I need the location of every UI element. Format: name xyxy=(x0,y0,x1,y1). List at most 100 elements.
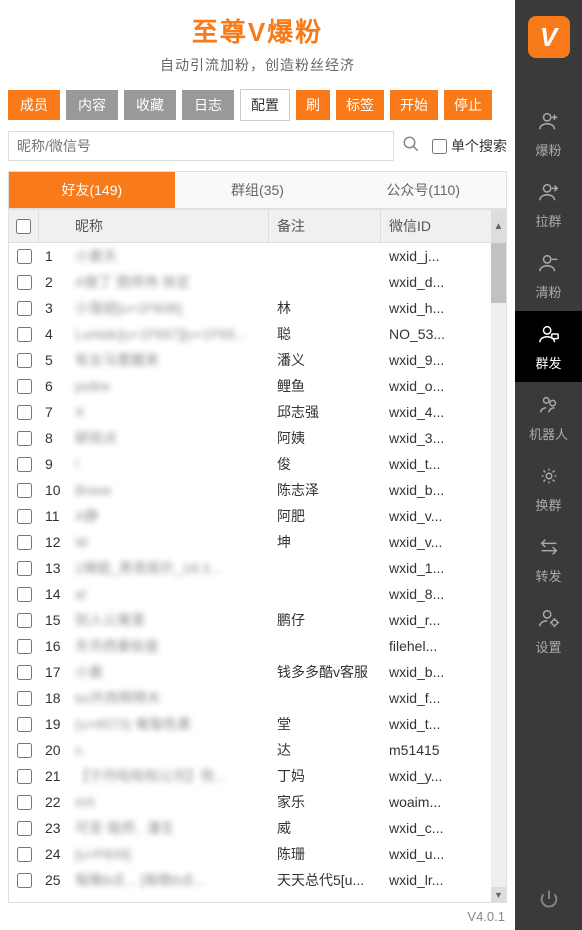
table-row[interactable]: 15别人公寓里鹏仔wxid_r... xyxy=(9,607,491,633)
row-checkbox-cell xyxy=(9,405,39,420)
row-number: 25 xyxy=(39,872,75,888)
tab-content[interactable]: 内容 xyxy=(66,90,118,120)
row-checkbox[interactable] xyxy=(17,561,32,576)
list-tab-friends[interactable]: 好友(149) xyxy=(9,172,175,208)
row-number: 14 xyxy=(39,586,75,602)
table-row[interactable]: 23可圣 哉师.. 潘生威wxid_c... xyxy=(9,815,491,841)
list-tab-officials[interactable]: 公众号(110) xyxy=(340,172,506,208)
row-checkbox[interactable] xyxy=(17,457,32,472)
row-checkbox[interactable] xyxy=(17,535,32,550)
table-row[interactable]: 7X邱志强wxid_4... xyxy=(9,399,491,425)
row-checkbox[interactable] xyxy=(17,665,32,680)
contacts-table: 昵称 备注 微信ID ▲ 1小姜天wxid_j...2A做丁 图师伟 徐定wxi… xyxy=(8,209,507,903)
table-row[interactable]: 19(u+6573) 匍匐色素堂wxid_t... xyxy=(9,711,491,737)
start-button[interactable]: 开始 xyxy=(390,90,438,120)
table-row[interactable]: 3小笼妞[u+1F60B]林wxid_h... xyxy=(9,295,491,321)
col-nickname[interactable]: 昵称 xyxy=(39,210,269,242)
table-row[interactable]: 17小姜钱多多酷v客服wxid_b... xyxy=(9,659,491,685)
row-remark: 家乐 xyxy=(269,792,381,812)
row-checkbox[interactable] xyxy=(17,847,32,862)
table-row[interactable]: 18to!开西啊啊木wxid_f... xyxy=(9,685,491,711)
select-all-checkbox[interactable] xyxy=(16,219,31,234)
row-checkbox[interactable] xyxy=(17,509,32,524)
scrollbar-track[interactable]: ▼ xyxy=(491,243,506,902)
single-search-toggle[interactable]: 单个搜索 xyxy=(432,136,507,156)
table-row[interactable]: 6poltre鲤鱼wxid_o... xyxy=(9,373,491,399)
row-number: 20 xyxy=(39,742,75,758)
table-row[interactable]: 16东市西秦始皇filehel... xyxy=(9,633,491,659)
table-row[interactable]: 5有女马要醒来潘义wxid_9... xyxy=(9,347,491,373)
scroll-down-icon[interactable]: ▼ xyxy=(491,887,506,902)
table-row[interactable]: 131辣姐_黑夜底价_18:3...wxid_1... xyxy=(9,555,491,581)
row-nickname: ! xyxy=(75,456,269,472)
sidebar-item-huanqun[interactable]: 换群 xyxy=(515,453,582,524)
row-wechat-id: wxid_v... xyxy=(381,508,491,524)
row-checkbox[interactable] xyxy=(17,587,32,602)
scroll-up-icon[interactable]: ▲ xyxy=(491,210,506,242)
row-checkbox[interactable] xyxy=(17,483,32,498)
row-checkbox[interactable] xyxy=(17,821,32,836)
row-checkbox[interactable] xyxy=(17,379,32,394)
row-checkbox[interactable] xyxy=(17,431,32,446)
table-row[interactable]: 9!俊wxid_t... xyxy=(9,451,491,477)
search-input[interactable] xyxy=(8,131,394,161)
sidebar-item-baofen[interactable]: 爆粉 xyxy=(515,98,582,169)
table-row[interactable]: 1小姜天wxid_j... xyxy=(9,243,491,269)
row-checkbox[interactable] xyxy=(17,639,32,654)
col-remark[interactable]: 备注 xyxy=(269,210,381,242)
row-nickname: 小姜 xyxy=(75,662,269,682)
row-checkbox-cell xyxy=(9,275,39,290)
row-number: 1 xyxy=(39,248,75,264)
row-checkbox-cell xyxy=(9,561,39,576)
tag-button[interactable]: 标签 xyxy=(336,90,384,120)
row-checkbox[interactable] xyxy=(17,327,32,342)
table-row[interactable]: 12W坤wxid_v... xyxy=(9,529,491,555)
row-checkbox[interactable] xyxy=(17,613,32,628)
table-row[interactable]: 22m!t家乐woaim... xyxy=(9,789,491,815)
single-search-label: 单个搜索 xyxy=(451,136,507,156)
sidebar-item-qingfen[interactable]: 清粉 xyxy=(515,240,582,311)
table-row[interactable]: 10Brave陈志泽wxid_b... xyxy=(9,477,491,503)
table-row[interactable]: 21【宁丹啦啦啦公司】陈...丁妈wxid_y... xyxy=(9,763,491,789)
app-logo: V xyxy=(528,16,570,58)
row-checkbox[interactable] xyxy=(17,275,32,290)
row-checkbox[interactable] xyxy=(17,717,32,732)
tab-members[interactable]: 成员 xyxy=(8,90,60,120)
row-checkbox[interactable] xyxy=(17,353,32,368)
row-checkbox[interactable] xyxy=(17,873,32,888)
col-wechat-id[interactable]: 微信ID xyxy=(381,210,491,242)
scrollbar-thumb[interactable] xyxy=(491,243,506,303)
tab-logs[interactable]: 日志 xyxy=(182,90,234,120)
row-checkbox[interactable] xyxy=(17,301,32,316)
single-search-checkbox[interactable] xyxy=(432,139,447,154)
row-checkbox[interactable] xyxy=(17,249,32,264)
table-row[interactable]: 4Lunialc[u+1F697][u+1F69...聪NO_53... xyxy=(9,321,491,347)
sidebar-item-qunfa[interactable]: 群发 xyxy=(515,311,582,382)
sidebar-item-laqun[interactable]: 拉群 xyxy=(515,169,582,240)
sidebar-item-settings[interactable]: 设置 xyxy=(515,595,582,666)
table-row[interactable]: 25每晚8点... ]每晚8点...天天总代5[u...wxid_lr... xyxy=(9,867,491,893)
row-checkbox-cell xyxy=(9,483,39,498)
refresh-button[interactable]: 刷 xyxy=(296,90,330,120)
power-button[interactable] xyxy=(515,888,582,916)
table-row[interactable]: 20c.达m51415 xyxy=(9,737,491,763)
row-checkbox-cell xyxy=(9,847,39,862)
sidebar-item-robot[interactable]: 机器人 xyxy=(515,382,582,453)
tab-favorites[interactable]: 收藏 xyxy=(124,90,176,120)
row-checkbox[interactable] xyxy=(17,769,32,784)
config-button[interactable]: 配置 xyxy=(240,89,290,121)
table-row[interactable]: 24[u+F609]陈珊wxid_u... xyxy=(9,841,491,867)
row-checkbox[interactable] xyxy=(17,795,32,810)
clean-user-icon xyxy=(515,252,582,278)
row-checkbox[interactable] xyxy=(17,691,32,706)
list-tab-groups[interactable]: 群组(35) xyxy=(175,172,341,208)
search-icon[interactable] xyxy=(402,135,420,158)
stop-button[interactable]: 停止 xyxy=(444,90,492,120)
table-row[interactable]: 8颖视点阿姨wxid_3... xyxy=(9,425,491,451)
table-row[interactable]: 11A静阿肥wxid_v... xyxy=(9,503,491,529)
row-checkbox[interactable] xyxy=(17,405,32,420)
table-row[interactable]: 2A做丁 图师伟 徐定wxid_d... xyxy=(9,269,491,295)
row-checkbox[interactable] xyxy=(17,743,32,758)
sidebar-item-zhuanfa[interactable]: 转发 xyxy=(515,524,582,595)
table-row[interactable]: 14a!wxid_8... xyxy=(9,581,491,607)
